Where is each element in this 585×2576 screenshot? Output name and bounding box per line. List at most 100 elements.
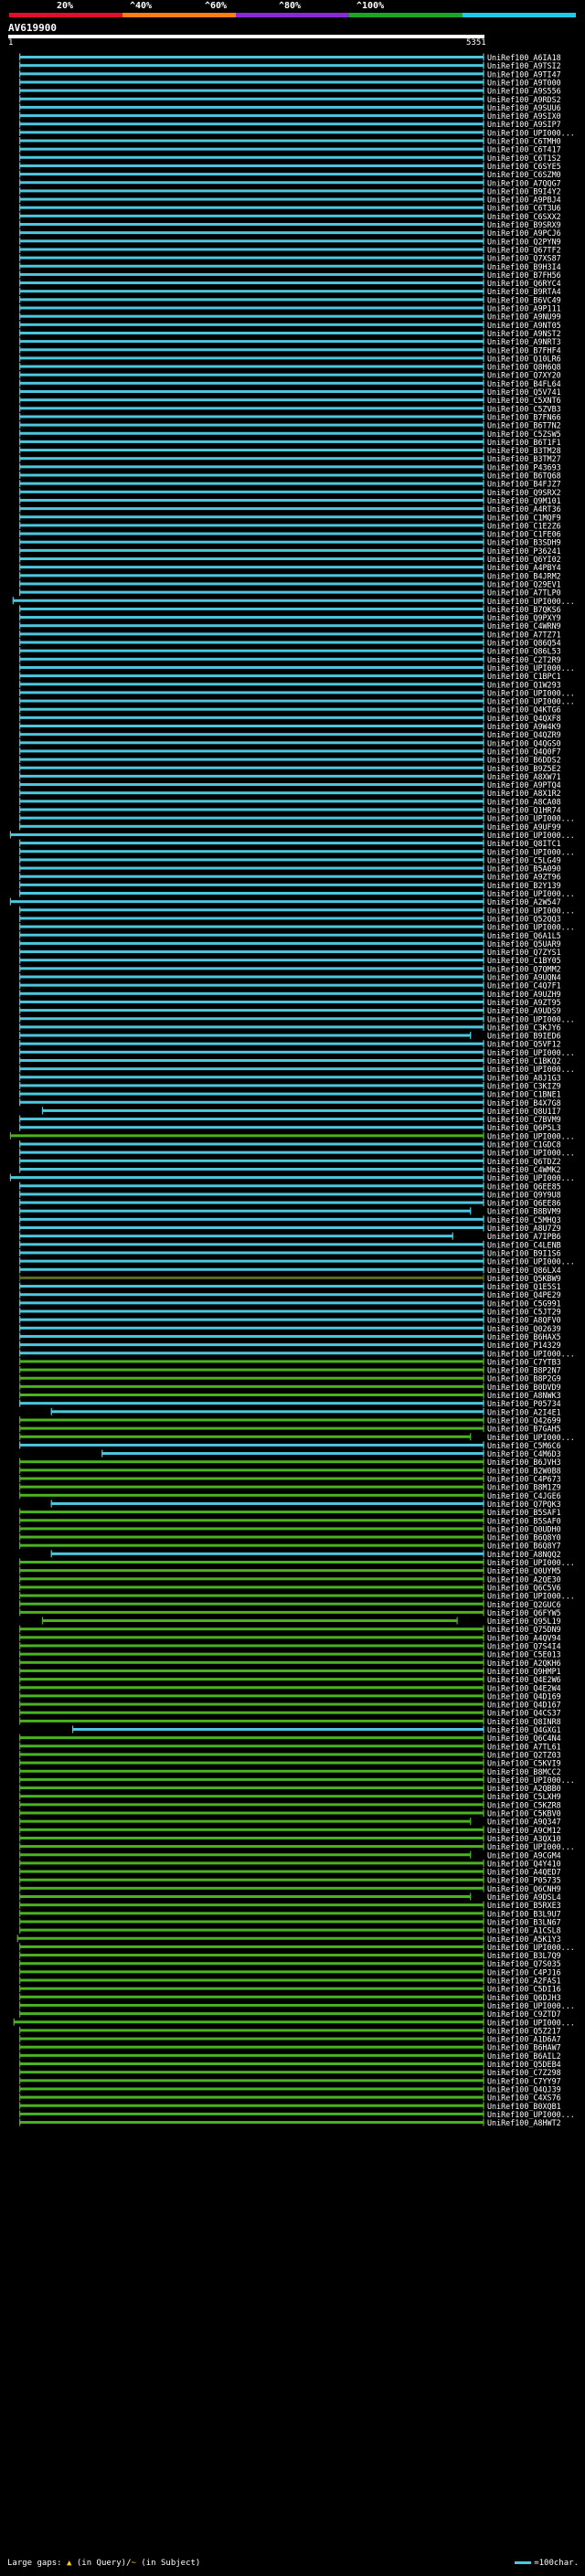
hit-bar <box>19 967 484 970</box>
hit-row: UniRef100_B4X7G8 <box>19 1098 561 1108</box>
hit-bar <box>19 657 484 661</box>
hit-end-tick <box>483 1248 484 1256</box>
hit-bar <box>19 482 484 485</box>
hit-start-tick <box>19 371 21 379</box>
hit-bar <box>19 808 484 811</box>
hit-end-tick <box>483 220 484 228</box>
hit-start-tick <box>19 2043 21 2051</box>
hit-bar <box>19 239 484 243</box>
hit-end-tick <box>483 53 484 61</box>
hit-row: UniRef100_C4XS76 <box>19 2094 561 2103</box>
hit-start-tick <box>19 1826 21 1834</box>
hit-row: UniRef100_C5MHQ3 <box>19 1215 561 1224</box>
hit-start-tick <box>41 1107 44 1115</box>
hit-row: UniRef100_B0DVD9 <box>19 1383 561 1392</box>
hit-bar <box>19 800 484 803</box>
hit-start-tick <box>19 1149 21 1157</box>
hit-start-tick <box>19 546 21 555</box>
hit-start-tick <box>19 621 21 630</box>
hit-end-tick <box>483 1917 484 1925</box>
hit-row: UniRef100_C7YTB3 <box>19 1357 561 1366</box>
hit-end-tick <box>483 1383 484 1391</box>
hit-row: UniRef100_Q95L19 <box>41 1617 561 1626</box>
hit-bar <box>19 1159 484 1162</box>
hit-label[interactable]: UniRef100_A8HWT2 <box>487 2118 561 2127</box>
hit-start-tick <box>19 504 21 513</box>
hit-bar <box>19 1402 484 1405</box>
hit-bar <box>19 1193 484 1196</box>
hit-row: UniRef100_B6VC49 <box>19 295 561 304</box>
hit-start-tick <box>19 855 21 864</box>
hit-row: UniRef100_Q6TDZ2 <box>19 1157 561 1166</box>
hit-end-tick <box>483 588 484 597</box>
hit-start-tick <box>19 1274 21 1282</box>
hit-end-tick <box>483 120 484 128</box>
hit-start-tick <box>19 2118 21 2126</box>
hit-start-tick <box>19 1299 21 1307</box>
hit-end-tick <box>483 329 484 337</box>
hit-start-tick <box>19 438 21 446</box>
hit-row: UniRef100_Q6C4N4 <box>19 1733 561 1743</box>
hit-end-tick <box>483 1131 484 1140</box>
gap-legend-subject: (in Subject) <box>141 2559 201 2568</box>
hit-start-tick <box>19 1767 21 1776</box>
hit-row: UniRef100_Q6EE85 <box>19 1182 561 1191</box>
hit-row: UniRef100_B9RTA4 <box>19 287 561 296</box>
hit-bar <box>19 1636 484 1639</box>
hit-start-tick <box>19 1415 21 1424</box>
hit-bar <box>19 674 484 678</box>
hit-bar <box>19 1217 484 1221</box>
hit-row: UniRef100_A8J1G3 <box>19 1073 561 1082</box>
hit-end-tick <box>483 521 484 529</box>
hit-bar <box>19 733 484 737</box>
hit-end-tick <box>483 321 484 329</box>
hit-bar <box>19 1376 484 1380</box>
hit-row: UniRef100_A9TSI2 <box>19 61 561 70</box>
hit-end-tick <box>483 1056 484 1065</box>
hit-bar <box>19 649 484 652</box>
hit-row: UniRef100_B9I1S6 <box>19 1248 561 1257</box>
hit-end-tick <box>483 571 484 579</box>
scale-legend: =100char. <box>515 2559 579 2568</box>
hit-bar <box>19 1226 484 1229</box>
hit-start-tick <box>19 1859 21 1867</box>
hit-bar <box>19 758 484 761</box>
hit-bar <box>41 1108 484 1112</box>
hit-end-tick <box>483 605 484 613</box>
hit-start-tick <box>19 1542 21 1550</box>
hit-bar <box>19 933 484 937</box>
hit-end-tick <box>483 831 484 839</box>
hit-end-tick <box>483 1266 484 1274</box>
hit-start-tick <box>19 1650 21 1659</box>
hit-end-tick <box>483 1776 484 1784</box>
hit-end-tick <box>483 855 484 864</box>
hit-start-tick <box>19 1006 21 1014</box>
hit-start-tick <box>19 1332 21 1341</box>
hit-start-tick <box>13 2018 15 2026</box>
hit-start-tick <box>19 337 21 345</box>
hit-bar <box>19 1076 484 1079</box>
hit-end-tick <box>483 1274 484 1282</box>
hit-row: UniRef100_B3LN67 <box>19 1917 561 1926</box>
hit-start-tick <box>19 1733 21 1742</box>
hit-end-tick <box>483 789 484 797</box>
hit-bar <box>19 1477 484 1480</box>
hit-start-tick <box>19 1391 21 1399</box>
gap-query-icon: ▲ <box>67 2559 72 2568</box>
hit-start-tick <box>19 154 21 162</box>
hit-bar <box>50 1410 484 1414</box>
hit-bar <box>19 272 484 276</box>
hit-bar <box>19 1067 484 1071</box>
hit-row: UniRef100_Q6A1L5 <box>19 931 561 940</box>
hit-row: UniRef100_Q6CNH9 <box>19 1884 561 1893</box>
hit-start-tick <box>19 1140 21 1148</box>
hit-row: UniRef100_A9NST2 <box>19 329 561 338</box>
hit-bar <box>19 381 484 385</box>
hit-bar <box>19 155 484 159</box>
hit-bar <box>19 566 484 569</box>
hit-start-tick <box>19 462 21 471</box>
hit-start-tick <box>19 1224 21 1232</box>
hit-row: UniRef100_C4WMK2 <box>19 1165 561 1174</box>
hit-end-tick <box>483 1717 484 1725</box>
hit-bar <box>19 1118 484 1121</box>
